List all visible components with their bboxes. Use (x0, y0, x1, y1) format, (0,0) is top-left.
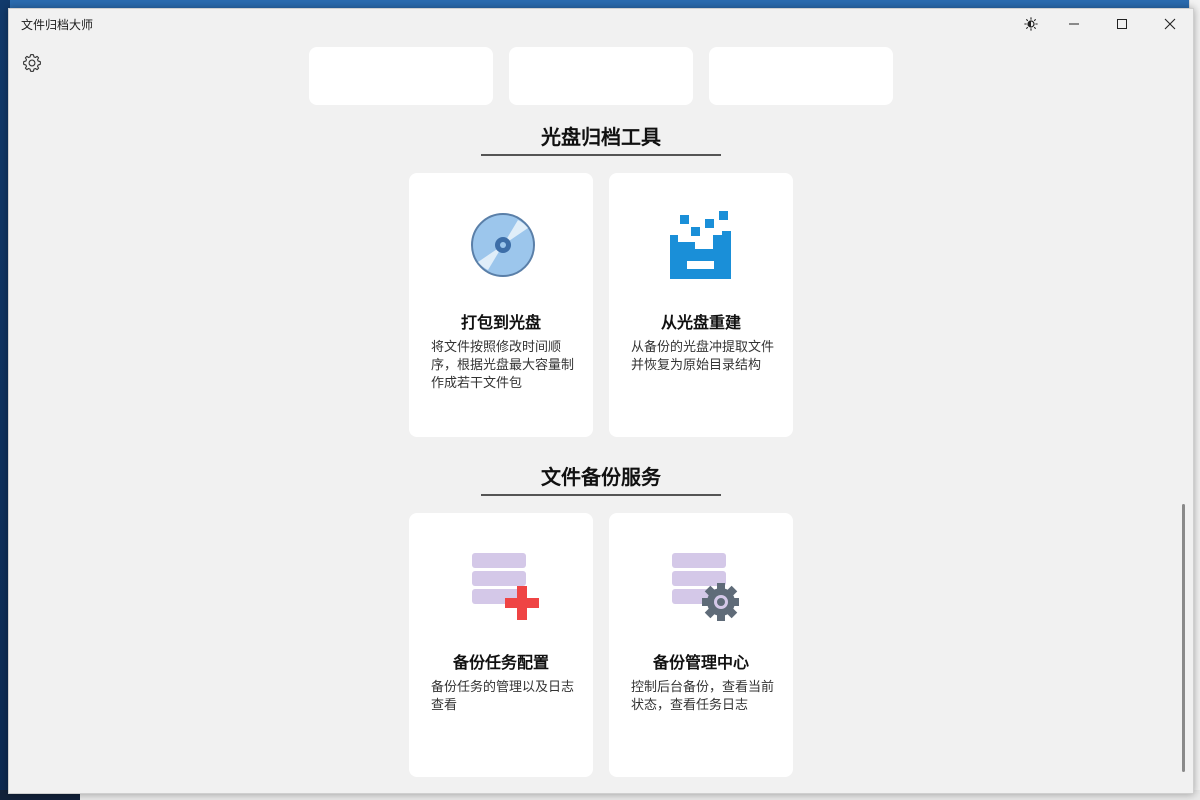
title-bar[interactable]: 文件归档大师 (9, 9, 1193, 39)
close-icon (1164, 18, 1176, 30)
maximize-icon (1116, 18, 1128, 30)
section-divider (481, 494, 721, 496)
card-rebuild-from-disc[interactable]: 从光盘重建 从备份的光盘冲提取文件并恢复为原始目录结构 (609, 173, 793, 437)
card-title: 从光盘重建 (660, 313, 741, 332)
card-pack-to-disc[interactable]: 打包到光盘 将文件按照修改时间顺序，根据光盘最大容量制作成若干文件包 (409, 173, 593, 437)
card-title: 打包到光盘 (460, 313, 541, 332)
section-title-disc-archive: 光盘归档工具 (541, 125, 661, 149)
backup-manage-icon (667, 547, 739, 623)
card-description: 控制后台备份，查看当前状态，查看任务日志 (631, 680, 775, 713)
card-description: 备份任务的管理以及日志查看 (431, 680, 575, 713)
window-title: 文件归档大师 (21, 18, 94, 32)
card-description: 从备份的光盘冲提取文件并恢复为原始目录结构 (631, 340, 775, 373)
card-stub[interactable] (709, 47, 893, 105)
minimize-icon (1068, 18, 1080, 30)
card-title: 备份管理中心 (652, 653, 749, 672)
theme-toggle-button[interactable] (1008, 9, 1054, 39)
vertical-scrollbar[interactable] (1182, 504, 1185, 772)
card-backup-management-center[interactable]: 备份管理中心 控制后台备份，查看当前状态，查看任务日志 (609, 513, 793, 777)
main-content: 光盘归档工具 打包到光盘 将文件按照修改时间顺序，根据光盘最大容量制作成若干文件… (9, 39, 1193, 793)
app-window: 文件归档大师 光盘归档工具 打包到光盘 将文件按照修改时间顺序，根据光盘最大容量… (8, 8, 1194, 794)
card-backup-task-config[interactable]: 备份任务配置 备份任务的管理以及日志查看 (409, 513, 593, 777)
rebuild-icon (667, 207, 739, 283)
minimize-button[interactable] (1051, 9, 1097, 39)
card-title: 备份任务配置 (452, 653, 549, 672)
card-description: 将文件按照修改时间顺序，根据光盘最大容量制作成若干文件包 (431, 340, 575, 391)
close-button[interactable] (1147, 9, 1193, 39)
disc-icon (467, 207, 539, 283)
section-divider (481, 154, 721, 156)
card-stub[interactable] (309, 47, 493, 105)
sun-icon (1024, 17, 1038, 31)
section-title-file-backup: 文件备份服务 (541, 465, 661, 489)
backup-add-icon (467, 547, 539, 623)
maximize-button[interactable] (1099, 9, 1145, 39)
card-stub[interactable] (509, 47, 693, 105)
